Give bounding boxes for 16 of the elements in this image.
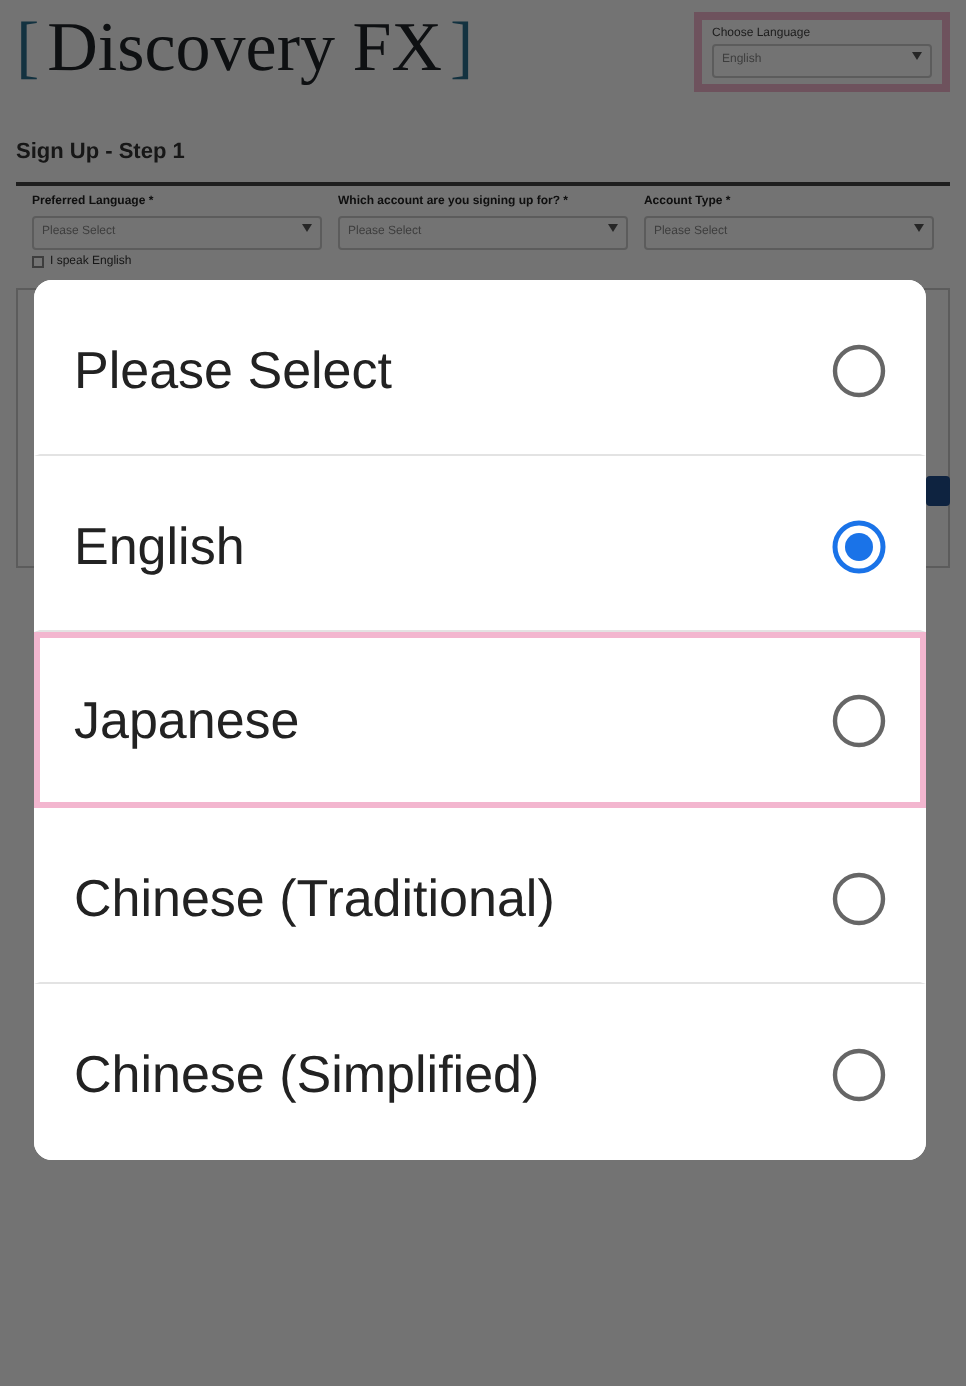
bracket-mark: [	[16, 12, 40, 82]
language-option[interactable]: Japanese	[34, 632, 926, 808]
radio-button[interactable]	[832, 871, 886, 925]
logo: Discovery FX	[47, 12, 442, 82]
caret-icon	[913, 223, 924, 231]
caret-icon	[912, 52, 922, 60]
checkbox[interactable]	[32, 256, 44, 268]
radio-button[interactable]	[832, 1047, 886, 1101]
form-title: Sign Up - Step 1	[16, 136, 950, 185]
radio-button[interactable]	[832, 693, 886, 747]
caret-icon	[607, 223, 618, 231]
bracket-mark: ]	[450, 12, 474, 82]
radio-button[interactable]	[832, 343, 886, 397]
language-option[interactable]: Please Select	[34, 280, 926, 456]
radio-button[interactable]	[832, 519, 886, 573]
caret-icon	[301, 223, 312, 231]
